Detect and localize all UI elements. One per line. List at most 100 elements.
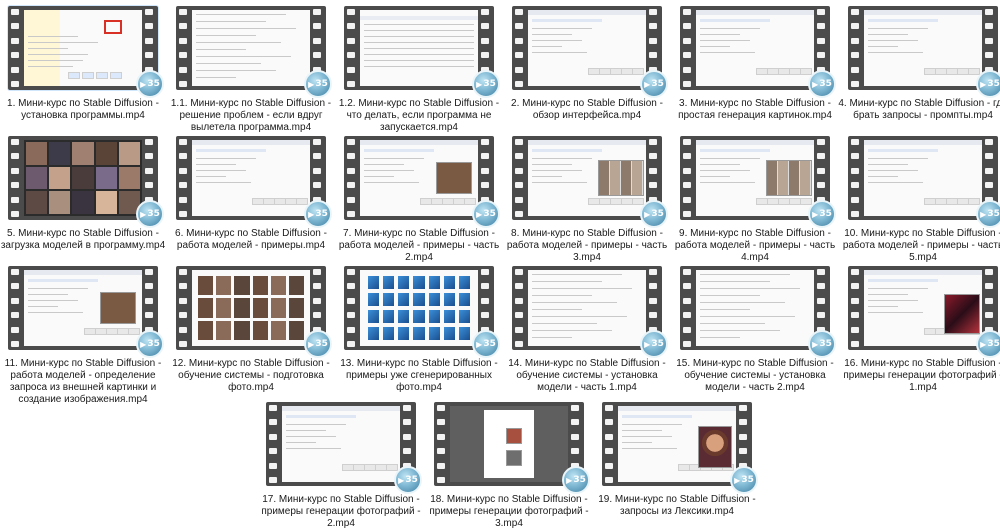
video-file-item[interactable]: ▶ 35 16. Мини-курс по Stable Diffusion - п… (843, 266, 1000, 393)
video-thumbnail-frame (282, 406, 400, 482)
video-thumbnail[interactable] (512, 266, 662, 350)
media-player-icon: ▶ 35 (976, 330, 1000, 358)
video-file-item[interactable]: ▶ 35 14. Мини-курс по Stable Diffusion - о… (508, 266, 680, 393)
video-thumbnail[interactable] (8, 266, 158, 350)
film-sprocket-holes (515, 139, 525, 217)
video-file-name[interactable]: 15. Мини-курс по Stable Diffusion - обуч… (668, 358, 842, 394)
play-arrow-icon: ▶ (980, 209, 987, 219)
play-arrow-icon: ▶ (140, 339, 147, 349)
player-badge-text: 35 (987, 79, 1000, 89)
video-file-item[interactable]: ▶ 35 1.1. Мини-курс по Stable Diffusion - … (171, 6, 344, 133)
video-file-item[interactable]: ▶ 35 10. Мини-курс по Stable Diffusion - р… (843, 136, 1000, 263)
film-sprocket-holes (179, 269, 189, 347)
film-sprocket-holes (851, 269, 861, 347)
video-file-name[interactable]: 3. Мини-курс по Stable Diffusion - прост… (668, 98, 842, 122)
video-file-item[interactable]: ▶ 35 12. Мини-курс по Stable Diffusion - о… (172, 266, 344, 393)
video-file-item[interactable]: ▶ 35 5. Мини-курс по Stable Diffusion - за… (1, 136, 176, 262)
video-file-name[interactable]: 10. Мини-курс по Stable Diffusion - рабо… (836, 228, 1000, 264)
video-thumbnail-frame (360, 140, 478, 216)
video-thumbnail[interactable] (680, 136, 830, 220)
film-sprocket-holes (683, 269, 693, 347)
player-badge-text: 35 (651, 209, 664, 219)
video-thumbnail[interactable] (848, 266, 998, 350)
film-sprocket-holes (683, 139, 693, 217)
video-file-name[interactable]: 1.2. Мини-курс по Stable Diffusion - что… (332, 98, 506, 134)
player-badge-text: 35 (987, 209, 1000, 219)
video-thumbnail[interactable] (344, 266, 494, 350)
video-file-item[interactable]: ▶ 35 7. Мини-курс по Stable Diffusion - ра… (339, 136, 512, 263)
video-thumbnail[interactable] (848, 136, 998, 220)
video-thumbnail[interactable] (8, 136, 158, 220)
video-file-item[interactable]: ▶ 35 1. Мини-курс по Stable Diffusion - ус… (7, 6, 176, 132)
video-file-name[interactable]: 11. Мини-курс по Stable Diffusion - рабо… (0, 358, 170, 406)
video-file-item[interactable]: ▶ 35 4. Мини-курс по Stable Diffusion - гд… (838, 6, 1000, 132)
video-thumbnail[interactable] (680, 266, 830, 350)
video-file-item[interactable]: ▶ 35 2. Мини-курс по Stable Diffusion - об… (511, 6, 680, 132)
video-thumbnail[interactable] (848, 6, 998, 90)
video-file-name[interactable]: 18. Мини-курс по Stable Diffusion - прим… (422, 494, 596, 530)
film-sprocket-holes (515, 9, 525, 87)
film-sprocket-holes (11, 9, 21, 87)
player-badge-text: 35 (147, 209, 160, 219)
video-thumbnail-frame (864, 10, 982, 86)
media-player-icon: ▶ 35 (136, 200, 164, 228)
video-file-item[interactable]: ▶ 35 1.2. Мини-курс по Stable Diffusion - … (339, 6, 512, 133)
video-file-item[interactable]: ▶ 35 17. Мини-курс по Stable Diffusion - п… (261, 402, 434, 529)
player-badge-text: 35 (819, 209, 832, 219)
play-arrow-icon: ▶ (476, 209, 483, 219)
video-file-name[interactable]: 5. Мини-курс по Stable Diffusion - загру… (0, 228, 170, 252)
film-sprocket-holes (515, 269, 525, 347)
media-player-icon: ▶ 35 (472, 330, 500, 358)
video-thumbnail[interactable] (8, 6, 158, 90)
video-thumbnail-frame (24, 140, 142, 216)
video-file-name[interactable]: 4. Мини-курс по Stable Diffusion - где б… (836, 98, 1000, 122)
video-file-name[interactable]: 13. Мини-курс по Stable Diffusion - прим… (332, 358, 506, 394)
player-badge-text: 35 (483, 79, 496, 89)
video-thumbnail-frame (24, 270, 142, 346)
video-file-name[interactable]: 2. Мини-курс по Stable Diffusion - обзор… (500, 98, 674, 122)
play-arrow-icon: ▶ (644, 209, 651, 219)
video-file-item[interactable]: ▶ 35 9. Мини-курс по Stable Diffusion - ра… (675, 136, 848, 263)
video-file-name[interactable]: 16. Мини-курс по Stable Diffusion - прим… (836, 358, 1000, 394)
video-file-name[interactable]: 1. Мини-курс по Stable Diffusion - устан… (0, 98, 170, 122)
video-file-item[interactable]: ▶ 35 6. Мини-курс по Stable Diffusion - ра… (175, 136, 344, 262)
video-thumbnail-frame (360, 270, 478, 346)
player-badge-text: 35 (405, 475, 418, 485)
film-sprocket-holes (347, 9, 357, 87)
video-file-item[interactable]: ▶ 35 15. Мини-курс по Stable Diffusion - о… (676, 266, 848, 393)
video-file-name[interactable]: 12. Мини-курс по Stable Diffusion - обуч… (164, 358, 338, 394)
video-file-name[interactable]: 7. Мини-курс по Stable Diffusion - работ… (332, 228, 506, 264)
video-thumbnail[interactable] (512, 136, 662, 220)
video-thumbnail[interactable] (344, 136, 494, 220)
video-thumbnail[interactable] (176, 266, 326, 350)
video-file-item[interactable]: ▶ 35 13. Мини-курс по Stable Diffusion - п… (340, 266, 512, 393)
video-file-name[interactable]: 19. Мини-курс по Stable Diffusion - запр… (590, 494, 764, 518)
video-thumbnail-frame (360, 10, 478, 86)
video-file-name[interactable]: 14. Мини-курс по Stable Diffusion - обуч… (500, 358, 674, 394)
video-file-name[interactable]: 8. Мини-курс по Stable Diffusion - работ… (500, 228, 674, 264)
video-file-name[interactable]: 1.1. Мини-курс по Stable Diffusion - реш… (164, 98, 338, 134)
video-thumbnail[interactable] (680, 6, 830, 90)
video-file-name[interactable]: 6. Мини-курс по Stable Diffusion - работ… (164, 228, 338, 252)
video-file-item[interactable]: ▶ 35 19. Мини-курс по Stable Diffusion - з… (598, 402, 770, 528)
video-file-item[interactable]: ▶ 35 11. Мини-курс по Stable Diffusion - р… (5, 266, 176, 405)
video-file-item[interactable]: ▶ 35 3. Мини-курс по Stable Diffusion - пр… (678, 6, 848, 132)
media-player-icon: ▶ 35 (976, 200, 1000, 228)
video-thumbnail[interactable] (176, 136, 326, 220)
video-thumbnail[interactable] (266, 402, 416, 486)
video-thumbnail[interactable] (602, 402, 752, 486)
video-file-item[interactable]: ▶ 35 8. Мини-курс по Stable Diffusion - ра… (507, 136, 680, 263)
player-badge-text: 35 (987, 339, 1000, 349)
video-file-item[interactable]: ▶ 35 18. Мини-курс по Stable Diffusion - п… (429, 402, 602, 529)
video-file-name[interactable]: 17. Мини-курс по Stable Diffusion - прим… (254, 494, 428, 530)
video-thumbnail[interactable] (512, 6, 662, 90)
video-thumbnail[interactable] (344, 6, 494, 90)
video-thumbnail-frame (192, 270, 310, 346)
media-player-icon: ▶ 35 (136, 70, 164, 98)
video-thumbnail[interactable] (176, 6, 326, 90)
video-thumbnail[interactable] (434, 402, 584, 486)
video-file-name[interactable]: 9. Мини-курс по Stable Diffusion - работ… (668, 228, 842, 264)
player-badge-text: 35 (315, 209, 328, 219)
media-player-icon: ▶ 35 (472, 70, 500, 98)
media-player-icon: ▶ 35 (730, 466, 758, 494)
